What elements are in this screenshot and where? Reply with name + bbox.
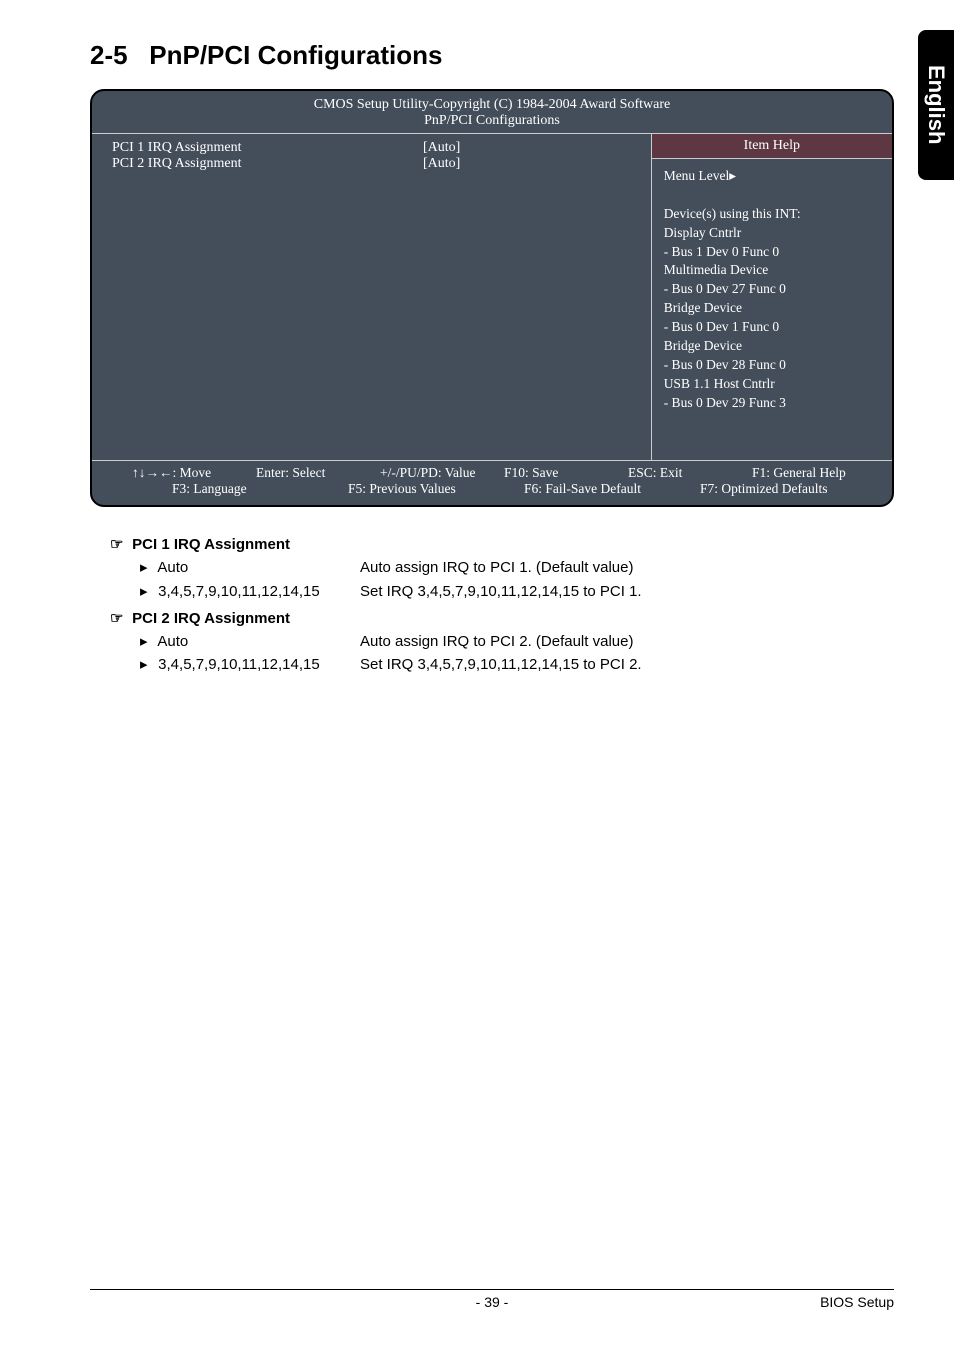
bios-hint-optimized: F7: Optimized Defaults <box>700 481 876 497</box>
bios-help-line: - Bus 0 Dev 1 Func 0 <box>664 318 880 337</box>
bios-hint-enter: Enter: Select <box>256 465 380 481</box>
bios-help-line: - Bus 1 Dev 0 Func 0 <box>664 243 880 262</box>
bios-help-line: Bridge Device <box>664 299 880 318</box>
page-footer: - 39 - BIOS Setup <box>90 1289 894 1310</box>
desc-title: PCI 2 IRQ Assignment <box>132 610 290 627</box>
arrow-icon: ▸ <box>140 556 154 579</box>
bios-header-line2: PnP/PCI Configurations <box>92 113 892 129</box>
desc-text: Set IRQ 3,4,5,7,9,10,11,12,14,15 to PCI … <box>360 653 894 676</box>
desc-option-line: ▸ Auto Auto assign IRQ to PCI 1. (Defaul… <box>110 556 894 579</box>
desc-option: 3,4,5,7,9,10,11,12,14,15 <box>158 656 320 673</box>
bios-help-line: - Bus 0 Dev 27 Func 0 <box>664 280 880 299</box>
bios-setting-value[interactable]: [Auto] <box>423 156 641 172</box>
bios-body: PCI 1 IRQ Assignment [Auto] PCI 2 IRQ As… <box>92 134 892 460</box>
bios-hint-value: +/-/PU/PD: Value <box>380 465 504 481</box>
bios-help-panel: Item Help Menu Level▸ Device(s) using th… <box>652 134 892 460</box>
bios-help-line: Device(s) using this INT: <box>664 205 880 224</box>
bios-help-header: Item Help <box>652 134 892 159</box>
bios-setting-row[interactable]: PCI 1 IRQ Assignment [Auto] <box>112 140 641 156</box>
desc-option-line: ▸ Auto Auto assign IRQ to PCI 2. (Defaul… <box>110 630 894 653</box>
desc-option: 3,4,5,7,9,10,11,12,14,15 <box>158 583 320 600</box>
bios-setting-value[interactable]: [Auto] <box>423 140 641 156</box>
desc-text: Set IRQ 3,4,5,7,9,10,11,12,14,15 to PCI … <box>360 580 894 603</box>
arrow-icon: ▸ <box>140 653 154 676</box>
bios-settings-area: PCI 1 IRQ Assignment [Auto] PCI 2 IRQ As… <box>92 134 652 460</box>
desc-option: Auto <box>157 559 188 576</box>
desc-title: PCI 1 IRQ Assignment <box>132 536 290 553</box>
bios-hint-previous: F5: Previous Values <box>348 481 524 497</box>
desc-heading: ☞ PCI 2 IRQ Assignment <box>110 607 894 630</box>
bios-footer: ↑↓→←: Move Enter: Select +/-/PU/PD: Valu… <box>92 460 892 505</box>
bios-help-line: Bridge Device <box>664 337 880 356</box>
page-number: - 39 - <box>90 1294 894 1310</box>
desc-option-line: ▸ 3,4,5,7,9,10,11,12,14,15 Set IRQ 3,4,5… <box>110 580 894 603</box>
hand-icon: ☞ <box>110 607 128 630</box>
section-title-text: PnP/PCI Configurations <box>149 40 442 70</box>
bios-header-line1: CMOS Setup Utility-Copyright (C) 1984-20… <box>92 97 892 113</box>
bios-setting-row[interactable]: PCI 2 IRQ Assignment [Auto] <box>112 156 641 172</box>
bios-setting-label: PCI 2 IRQ Assignment <box>112 156 423 172</box>
bios-help-line: Multimedia Device <box>664 261 880 280</box>
desc-heading: ☞ PCI 1 IRQ Assignment <box>110 533 894 556</box>
bios-help-line: Display Cntrlr <box>664 224 880 243</box>
bios-panel: CMOS Setup Utility-Copyright (C) 1984-20… <box>90 89 894 507</box>
section-heading: 2-5 PnP/PCI Configurations <box>90 40 894 71</box>
arrow-icon: ▸ <box>140 580 154 603</box>
bios-header: CMOS Setup Utility-Copyright (C) 1984-20… <box>92 91 892 134</box>
page-content: 2-5 PnP/PCI Configurations CMOS Setup Ut… <box>0 0 954 697</box>
desc-option-line: ▸ 3,4,5,7,9,10,11,12,14,15 Set IRQ 3,4,5… <box>110 653 894 676</box>
desc-option: Auto <box>157 633 188 650</box>
arrow-icon: ▸ <box>140 630 154 653</box>
desc-text: Auto assign IRQ to PCI 2. (Default value… <box>360 630 894 653</box>
bios-hint-save: F10: Save <box>504 465 628 481</box>
bios-setting-label: PCI 1 IRQ Assignment <box>112 140 423 156</box>
bios-menu-level: Menu Level▸ <box>664 167 880 186</box>
bios-help-body: Menu Level▸ Device(s) using this INT: Di… <box>652 159 892 433</box>
bios-footer-row1: ↑↓→←: Move Enter: Select +/-/PU/PD: Valu… <box>132 465 876 481</box>
bios-hint-move: ↑↓→←: Move <box>132 465 256 481</box>
bios-hint-failsave: F6: Fail-Save Default <box>524 481 700 497</box>
bios-help-line: - Bus 0 Dev 29 Func 3 <box>664 394 880 413</box>
bios-footer-row2: F3: Language F5: Previous Values F6: Fai… <box>132 481 876 497</box>
hand-icon: ☞ <box>110 533 128 556</box>
desc-text: Auto assign IRQ to PCI 1. (Default value… <box>360 556 894 579</box>
bios-hint-language: F3: Language <box>172 481 348 497</box>
description-block: ☞ PCI 1 IRQ Assignment ▸ Auto Auto assig… <box>90 533 894 677</box>
bios-hint-help: F1: General Help <box>752 465 876 481</box>
bios-help-line: USB 1.1 Host Cntrlr <box>664 375 880 394</box>
bios-help-line: - Bus 0 Dev 28 Func 0 <box>664 356 880 375</box>
bios-hint-exit: ESC: Exit <box>628 465 752 481</box>
section-number: 2-5 <box>90 40 128 70</box>
